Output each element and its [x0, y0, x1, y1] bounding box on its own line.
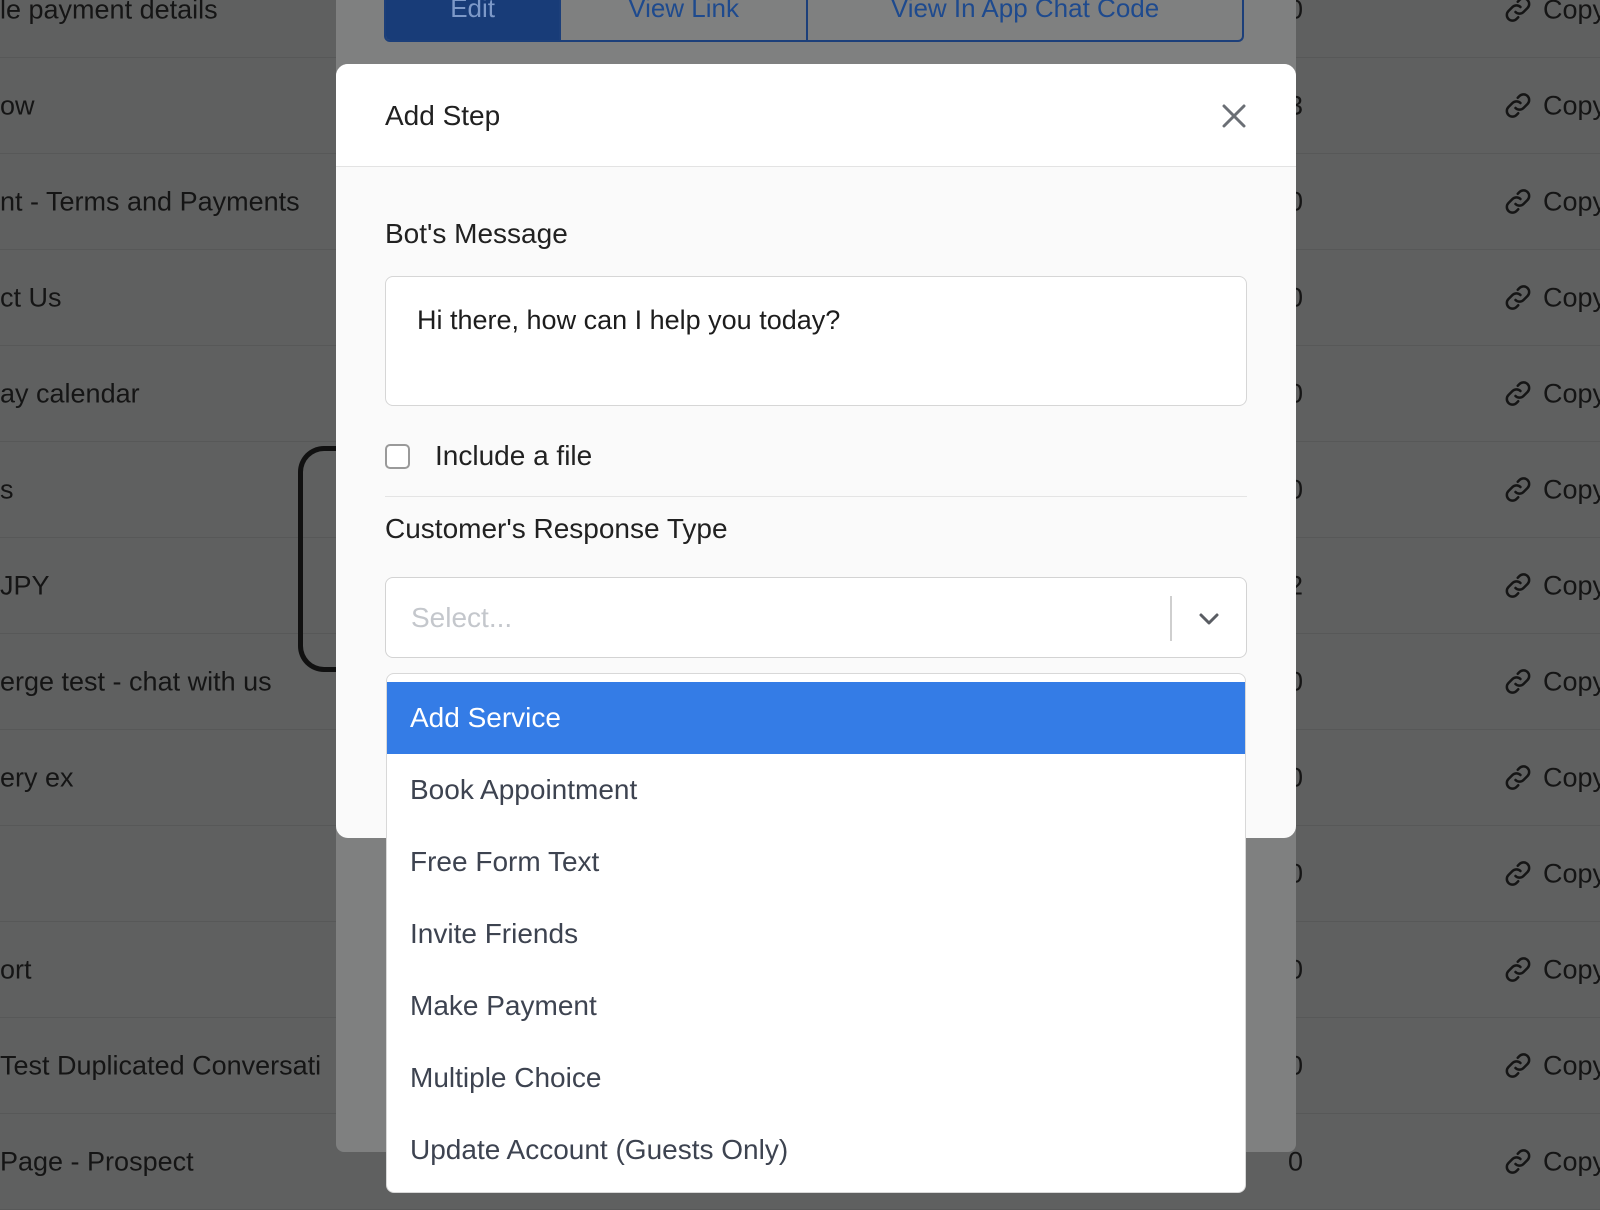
background-row-count: 0: [1288, 1146, 1304, 1176]
menu-option-update-account[interactable]: Update Account (Guests Only): [387, 1114, 1245, 1186]
copy-label: Copy: [1543, 858, 1600, 888]
copy-link-button[interactable]: Copy: [1503, 1050, 1600, 1081]
modal-header: Add Step: [336, 64, 1296, 167]
menu-option-add-service[interactable]: Add Service: [387, 682, 1245, 754]
background-row-name: ct Us: [0, 282, 62, 312]
copy-label: Copy: [1543, 282, 1600, 312]
copy-link-button[interactable]: Copy: [1503, 1146, 1600, 1177]
menu-option-invite-friends[interactable]: Invite Friends: [387, 898, 1245, 970]
divider: [385, 496, 1247, 497]
copy-link-button[interactable]: Copy: [1503, 762, 1600, 793]
copy-label: Copy: [1543, 954, 1600, 984]
tab-view-link[interactable]: View Link: [561, 0, 809, 40]
background-row-name: Test Duplicated Conversati: [0, 1050, 322, 1080]
copy-label: Copy: [1543, 762, 1600, 792]
link-icon: [1503, 763, 1533, 793]
copy-link-button[interactable]: Copy: [1503, 0, 1600, 25]
copy-link-button[interactable]: Copy: [1503, 954, 1600, 985]
select-placeholder: Select...: [411, 601, 513, 633]
background-row-name: Page - Prospect: [0, 1146, 194, 1176]
menu-option-book-appointment[interactable]: Book Appointment: [387, 754, 1245, 826]
include-file-checkbox[interactable]: [385, 443, 410, 469]
close-button[interactable]: [1216, 98, 1252, 134]
copy-link-button[interactable]: Copy: [1503, 186, 1600, 217]
link-icon: [1503, 1051, 1533, 1081]
tab-edit[interactable]: Edit: [386, 0, 562, 40]
copy-label: Copy: [1543, 666, 1600, 696]
copy-link-button[interactable]: Copy: [1503, 378, 1600, 409]
link-icon: [1503, 379, 1533, 409]
chevron-down-icon[interactable]: [1194, 604, 1224, 634]
link-icon: [1503, 91, 1533, 121]
copy-link-button[interactable]: Copy: [1503, 282, 1600, 313]
copy-link-button[interactable]: Copy: [1503, 666, 1600, 697]
include-file-label: Include a file: [435, 440, 593, 471]
select-separator: [1170, 596, 1172, 641]
close-icon: [1222, 104, 1246, 128]
background-row-name: le payment details: [0, 0, 218, 24]
background-row-name: ort: [0, 954, 32, 984]
link-icon: [1503, 187, 1533, 217]
link-icon: [1503, 283, 1533, 313]
copy-label: Copy: [1543, 1050, 1600, 1080]
menu-option-free-form-text[interactable]: Free Form Text: [387, 826, 1245, 898]
background-row-name: JPY: [0, 570, 50, 600]
background-row-name: erge test - chat with us: [0, 666, 272, 696]
copy-link-button[interactable]: Copy: [1503, 474, 1600, 505]
background-row-name: ow: [0, 90, 35, 120]
bot-message-textarea[interactable]: Hi there, how can I help you today?: [385, 276, 1247, 406]
response-type-label: Customer's Response Type: [385, 513, 728, 544]
copy-link-button[interactable]: Copy: [1503, 90, 1600, 121]
modal-title: Add Step: [385, 100, 501, 131]
bot-message-label: Bot's Message: [385, 218, 568, 249]
link-icon: [1503, 859, 1533, 889]
link-icon: [1503, 475, 1533, 505]
background-row-name: nt - Terms and Payments: [0, 186, 300, 216]
copy-label: Copy: [1543, 90, 1600, 120]
copy-label: Copy: [1543, 0, 1600, 24]
copy-label: Copy: [1543, 378, 1600, 408]
tab-view-in-app-chat-code[interactable]: View In App Chat Code: [808, 0, 1242, 40]
link-icon: [1503, 0, 1533, 25]
copy-link-button[interactable]: Copy: [1503, 858, 1600, 889]
menu-option-multiple-choice[interactable]: Multiple Choice: [387, 1042, 1245, 1114]
menu-option-make-payment[interactable]: Make Payment: [387, 970, 1245, 1042]
link-icon: [1503, 1147, 1533, 1177]
copy-label: Copy: [1543, 1146, 1600, 1176]
response-type-select[interactable]: Select...: [385, 577, 1247, 658]
underlying-tab-bar: Edit View Link View In App Chat Code: [384, 0, 1244, 42]
background-row-name: ay calendar: [0, 378, 140, 408]
link-icon: [1503, 955, 1533, 985]
background-row-name: ery ex: [0, 762, 74, 792]
response-type-dropdown-menu: Add Service Book Appointment Free Form T…: [386, 673, 1246, 1193]
copy-label: Copy: [1543, 186, 1600, 216]
copy-label: Copy: [1543, 570, 1600, 600]
link-icon: [1503, 667, 1533, 697]
link-icon: [1503, 571, 1533, 601]
copy-label: Copy: [1543, 474, 1600, 504]
background-row-name: s: [0, 474, 14, 504]
copy-link-button[interactable]: Copy: [1503, 570, 1600, 601]
include-file-row: Include a file: [385, 440, 592, 472]
